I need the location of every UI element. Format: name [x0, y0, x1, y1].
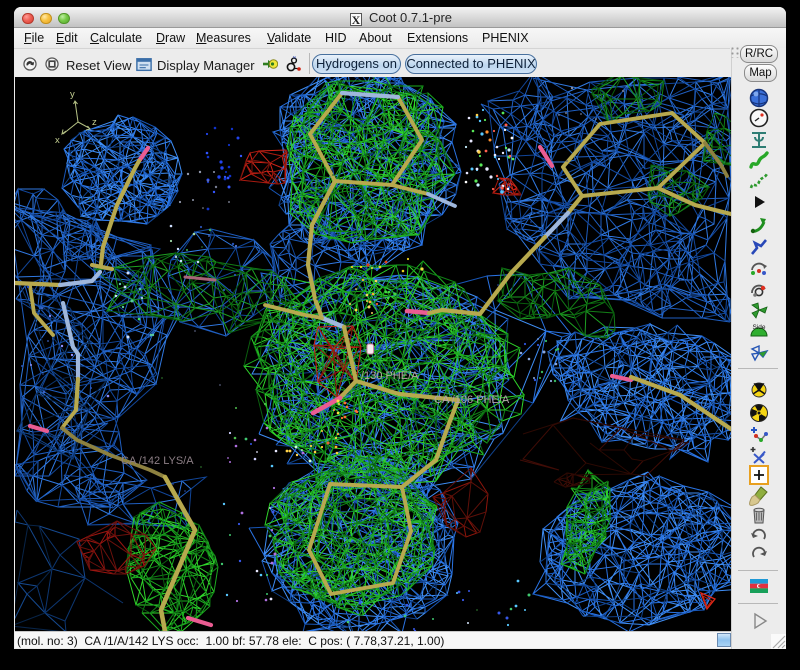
- svg-text:N: N: [293, 56, 296, 60]
- svg-text:CA /142 LYS/A: CA /142 LYS/A: [121, 455, 194, 467]
- svg-text:x: x: [55, 135, 60, 146]
- svg-text:Side: Side: [752, 324, 765, 331]
- svg-text:/130 PHE/A: /130 PHE/A: [361, 370, 419, 382]
- svg-text:y: y: [70, 89, 75, 100]
- svg-text:CA /106 PHE/A: CA /106 PHE/A: [434, 394, 510, 406]
- svg-text:z: z: [92, 117, 97, 128]
